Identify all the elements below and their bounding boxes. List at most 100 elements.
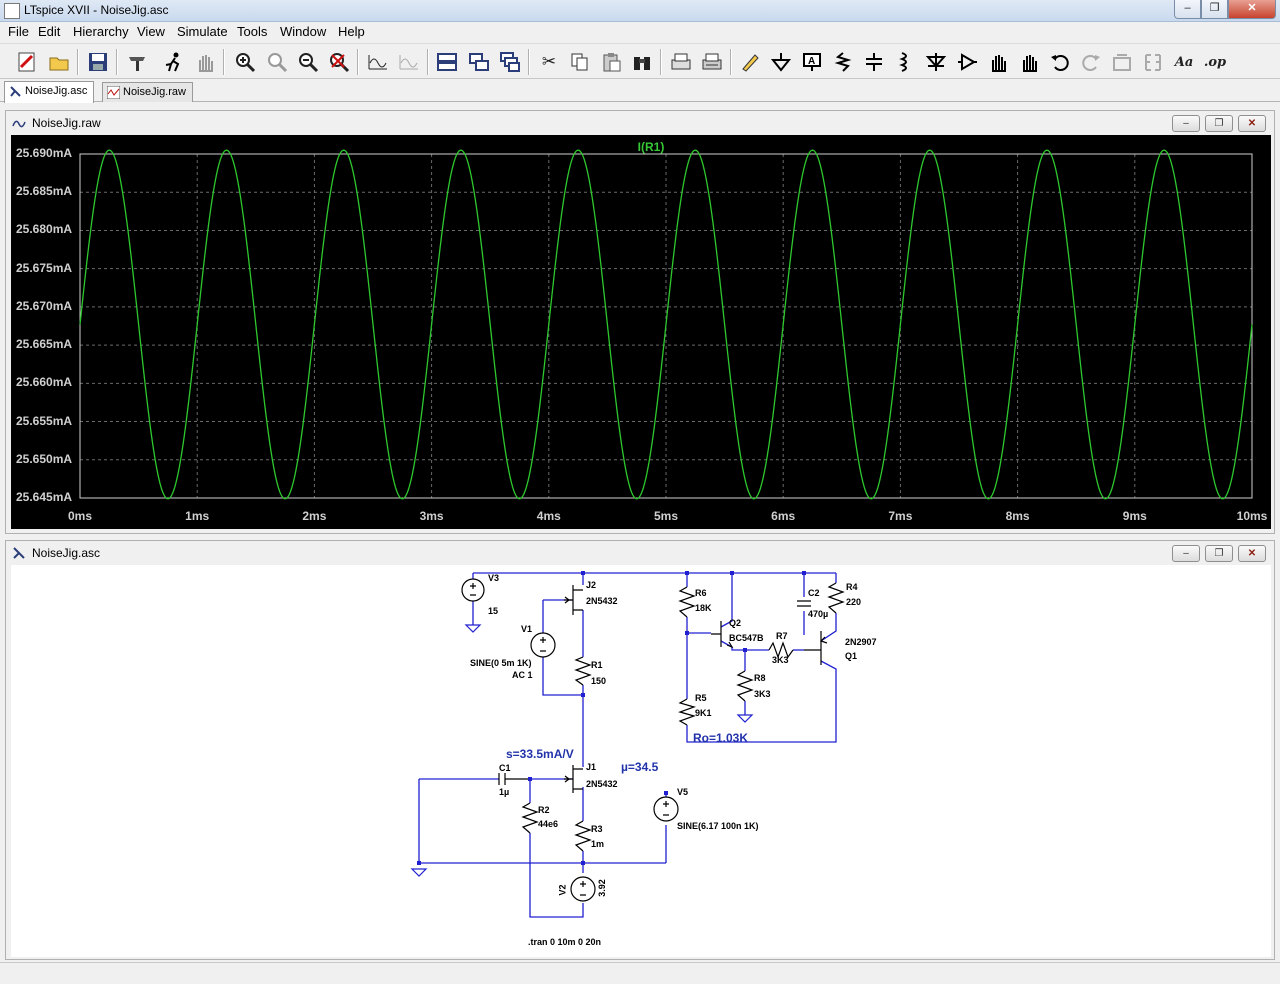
r7-name[interactable]: R7 — [776, 631, 788, 641]
mirror-icon[interactable] — [1140, 49, 1166, 75]
print-icon[interactable] — [699, 49, 725, 75]
component-icon[interactable] — [954, 49, 980, 75]
waveform-close-button[interactable]: ✕ — [1238, 115, 1266, 132]
r5-value[interactable]: 9K1 — [695, 708, 712, 718]
v5-value[interactable]: SINE(6.17 100n 1K) — [677, 821, 759, 831]
r8-name[interactable]: R8 — [754, 673, 766, 683]
r2-value[interactable]: 44e6 — [538, 819, 558, 829]
r4-name[interactable]: R4 — [846, 582, 858, 592]
cascade-windows-icon[interactable] — [497, 49, 523, 75]
q2-name[interactable]: Q2 — [729, 618, 741, 628]
zoom-in-icon[interactable] — [232, 49, 258, 75]
r1-value[interactable]: 150 — [591, 676, 606, 686]
mu-note[interactable]: µ=34.5 — [621, 760, 658, 774]
q1-name[interactable]: Q1 — [845, 651, 857, 661]
r5-name[interactable]: R5 — [695, 693, 707, 703]
r6-name[interactable]: R6 — [695, 588, 707, 598]
menu-simulate[interactable]: Simulate — [177, 24, 228, 39]
v2-name[interactable]: V2 — [558, 884, 568, 895]
plot-settings-icon[interactable] — [396, 49, 422, 75]
close-button[interactable]: ✕ — [1228, 0, 1276, 19]
j1-name[interactable]: J1 — [586, 762, 596, 772]
menu-file[interactable]: File — [8, 24, 29, 39]
j2-name[interactable]: J2 — [586, 580, 596, 590]
tile-vertical-icon[interactable] — [466, 49, 492, 75]
rotate-icon[interactable] — [1109, 49, 1135, 75]
halt-hand-icon[interactable] — [192, 49, 218, 75]
move-hand-icon[interactable] — [985, 49, 1011, 75]
draw-wire-pencil-icon[interactable] — [737, 49, 763, 75]
cut-scissors-icon[interactable]: ✂ — [536, 49, 562, 75]
drag-hand-icon[interactable] — [1016, 49, 1042, 75]
v3-value[interactable]: 15 — [488, 606, 498, 616]
pan-zoom-icon[interactable] — [264, 49, 290, 75]
r7-value[interactable]: 3K3 — [772, 655, 789, 665]
spice-directive-icon[interactable]: .op — [1202, 49, 1228, 75]
resistor-icon[interactable] — [830, 49, 856, 75]
r4-value[interactable]: 220 — [846, 597, 861, 607]
zoom-fit-icon[interactable] — [326, 49, 352, 75]
menu-edit[interactable]: Edit — [38, 24, 60, 39]
r8-value[interactable]: 3K3 — [754, 689, 771, 699]
j2-model[interactable]: 2N5432 — [586, 596, 618, 606]
x-tick-label: 9ms — [1122, 509, 1147, 523]
menu-hierarchy[interactable]: Hierarchy — [73, 24, 129, 39]
c1-value[interactable]: 1µ — [499, 787, 509, 797]
net-label-icon[interactable]: A — [799, 49, 825, 75]
print-preview-icon[interactable] — [668, 49, 694, 75]
waveform-plot[interactable]: I(R1) 25.690mA 25.685mA 25.680mA 25.675mA 25… — [11, 135, 1271, 529]
v5-name[interactable]: V5 — [677, 787, 688, 797]
r2-name[interactable]: R2 — [538, 805, 550, 815]
r1-name[interactable]: R1 — [591, 660, 603, 670]
zoom-out-icon[interactable] — [295, 49, 321, 75]
maximize-button[interactable]: ❐ — [1201, 0, 1228, 19]
open-folder-icon[interactable] — [46, 49, 72, 75]
schematic-restore-button[interactable]: ❐ — [1205, 545, 1233, 562]
text-tool-icon[interactable]: Aa — [1171, 49, 1197, 75]
menu-view[interactable]: View — [137, 24, 165, 39]
schematic-canvas[interactable]: V3 15 J2 2N5432 V1 SINE(0 5m 1K) AC 1 R1… — [11, 565, 1271, 957]
tab-noisejig-raw[interactable]: NoiseJig.raw — [102, 82, 193, 102]
r3-value[interactable]: 1m — [591, 839, 604, 849]
tab-noisejig-asc[interactable]: NoiseJig.asc — [4, 81, 95, 103]
s-note[interactable]: s=33.5mA/V — [506, 747, 574, 761]
v1-name[interactable]: V1 — [521, 624, 532, 634]
v1-ac[interactable]: AC 1 — [512, 670, 533, 680]
paste-icon[interactable] — [598, 49, 624, 75]
q1-model[interactable]: 2N2907 — [845, 637, 877, 647]
copy-icon[interactable] — [567, 49, 593, 75]
v2-value[interactable]: 3.92 — [597, 879, 607, 897]
j1-model[interactable]: 2N5432 — [586, 779, 618, 789]
v1-value[interactable]: SINE(0 5m 1K) — [470, 658, 532, 668]
diode-icon[interactable] — [923, 49, 949, 75]
waveform-restore-button[interactable]: ❐ — [1205, 115, 1233, 132]
find-binoculars-icon[interactable] — [629, 49, 655, 75]
run-simulation-icon[interactable] — [160, 49, 186, 75]
c1-name[interactable]: C1 — [499, 763, 511, 773]
r6-value[interactable]: 18K — [695, 603, 712, 613]
menu-help[interactable]: Help — [338, 24, 365, 39]
autorange-plot-icon[interactable] — [365, 49, 391, 75]
r3-name[interactable]: R3 — [591, 824, 603, 834]
ground-icon[interactable] — [768, 49, 794, 75]
save-icon[interactable] — [85, 49, 111, 75]
undo-icon[interactable] — [1047, 49, 1073, 75]
inductor-icon[interactable] — [892, 49, 918, 75]
menu-window[interactable]: Window — [280, 24, 326, 39]
schematic-close-button[interactable]: ✕ — [1238, 545, 1266, 562]
minimize-button[interactable]: – — [1174, 0, 1201, 19]
capacitor-icon[interactable] — [861, 49, 887, 75]
redo-icon[interactable] — [1078, 49, 1104, 75]
new-schematic-icon[interactable] — [14, 49, 40, 75]
c2-value[interactable]: 470µ — [808, 609, 828, 619]
tile-horizontal-icon[interactable] — [434, 49, 460, 75]
tran-directive[interactable]: .tran 0 10m 0 20n — [528, 937, 601, 947]
schematic-minimize-button[interactable]: – — [1172, 545, 1200, 562]
waveform-minimize-button[interactable]: – — [1172, 115, 1200, 132]
control-panel-hammer-icon[interactable] — [124, 49, 150, 75]
v3-name[interactable]: V3 — [488, 573, 499, 583]
c2-name[interactable]: C2 — [808, 588, 820, 598]
ro-note[interactable]: Ro=1.03K — [693, 731, 748, 745]
q2-model[interactable]: BC547B — [729, 633, 764, 643]
menu-tools[interactable]: Tools — [237, 24, 267, 39]
